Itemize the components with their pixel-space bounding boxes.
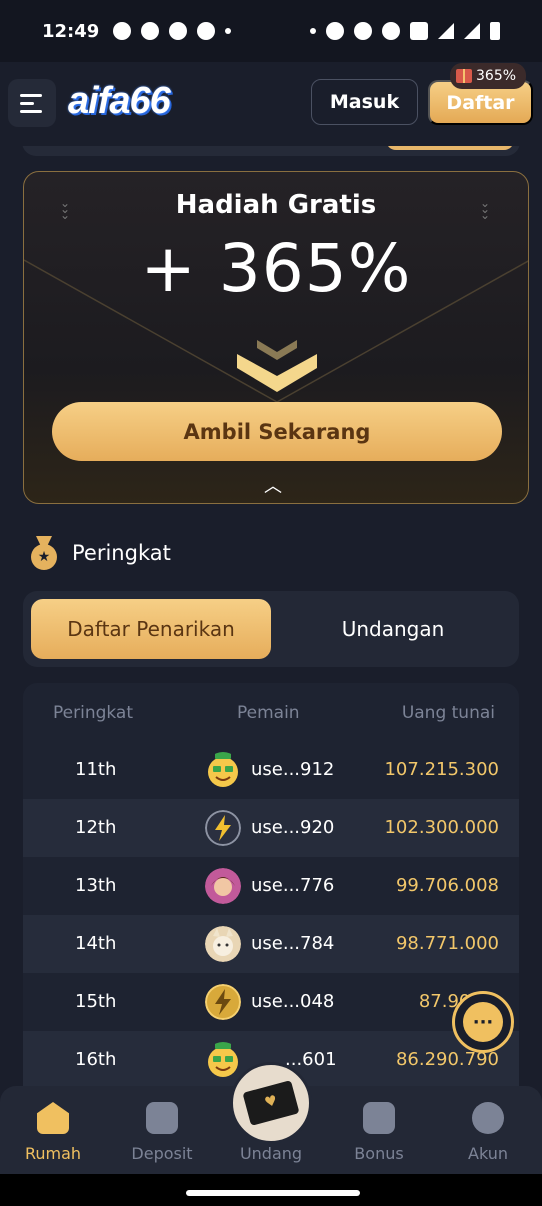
notification-icons xyxy=(113,22,232,40)
nav-item-deposit[interactable]: Deposit xyxy=(117,1102,207,1163)
previous-card-button xyxy=(386,146,514,150)
row-rank: 15th xyxy=(75,991,117,1012)
signal-icon xyxy=(464,23,480,39)
dot-icon xyxy=(310,28,316,34)
row-player: use...048 xyxy=(251,991,335,1012)
money-face-avatar xyxy=(208,752,238,787)
app-header: aifa66 Masuk Daftar 365% xyxy=(0,62,542,146)
logo[interactable]: aifa66 xyxy=(68,80,171,123)
cat-avatar xyxy=(205,926,241,962)
nav-label: Deposit xyxy=(131,1144,193,1163)
row-player: use...912 xyxy=(251,759,335,780)
ranking-tabs: Daftar Penarikan Undangan xyxy=(23,591,519,667)
row-player: use...776 xyxy=(251,875,335,896)
promo-badge-text: 365% xyxy=(476,68,517,84)
table-row: 14th use...784 98.771.000 xyxy=(23,915,519,973)
row-rank: 13th xyxy=(75,875,117,896)
nav-item-bonus[interactable]: Bonus xyxy=(334,1102,424,1163)
column-header-player: Pemain xyxy=(237,703,300,723)
row-player: ...601 xyxy=(285,1049,337,1070)
vowifi-icon xyxy=(410,22,428,40)
claim-now-button[interactable]: Ambil Sekarang xyxy=(52,402,502,461)
menu-line-icon xyxy=(20,109,42,113)
nav-item-home[interactable]: Rumah xyxy=(8,1102,98,1163)
more-dot-icon xyxy=(225,28,232,34)
lightning-avatar xyxy=(205,984,241,1020)
bottom-nav: Rumah Deposit Undang Bonus Akun xyxy=(0,1062,542,1174)
promo-badge: 365% xyxy=(450,63,527,89)
girl-avatar xyxy=(205,868,241,904)
menu-button[interactable] xyxy=(8,79,56,127)
nav-label: Akun xyxy=(468,1144,508,1163)
money-face-avatar xyxy=(208,1042,238,1077)
menu-line-icon xyxy=(20,93,42,97)
reward-title: Hadiah Gratis xyxy=(175,190,377,220)
wallet-icon xyxy=(146,1102,178,1134)
nav-label: Rumah xyxy=(24,1144,82,1163)
column-header-rank: Peringkat xyxy=(53,703,134,723)
row-rank: 16th xyxy=(75,1049,117,1070)
row-cash: 102.300.000 xyxy=(384,817,499,838)
login-button[interactable]: Masuk xyxy=(311,79,418,125)
nav-item-invite[interactable]: Undang xyxy=(226,1144,316,1163)
column-header-cash: Uang tunai xyxy=(401,703,495,723)
facebook-icon xyxy=(169,22,188,40)
person-add-icon xyxy=(141,22,160,40)
user-icon xyxy=(472,1102,504,1134)
gift-icon xyxy=(456,69,472,83)
home-icon xyxy=(37,1102,69,1134)
row-cash: 107.215.300 xyxy=(384,759,499,780)
signal-icon xyxy=(438,23,454,39)
invite-center-button[interactable] xyxy=(230,1062,312,1144)
lightning-avatar xyxy=(205,810,241,846)
table-row: 12th use...920 102.300.000 xyxy=(23,799,519,857)
table-header: Peringkat Pemain Uang tunai xyxy=(23,683,519,741)
ranking-table: Peringkat Pemain Uang tunai 11th use...9… xyxy=(23,683,519,1086)
table-row: 13th use...776 99.706.008 xyxy=(23,857,519,915)
facebook-icon xyxy=(197,22,216,40)
customer-support-button[interactable]: ··· xyxy=(452,991,514,1053)
ranking-title: Peringkat xyxy=(72,541,171,565)
ranking-heading: ★ Peringkat xyxy=(30,536,171,570)
row-rank: 11th xyxy=(75,759,117,780)
medal-icon: ★ xyxy=(30,536,58,570)
chevron-up-icon[interactable]: ︿ xyxy=(264,472,282,498)
menu-line-icon xyxy=(20,101,34,105)
dnd-icon xyxy=(354,22,372,40)
table-row: 15th use...048 87.905.1 xyxy=(23,973,519,1031)
envelope-icon xyxy=(242,1080,300,1126)
gesture-handle[interactable] xyxy=(186,1190,360,1196)
mute-icon xyxy=(326,22,344,40)
nav-label: Undang xyxy=(239,1144,303,1163)
status-bar: 12:49 xyxy=(0,0,542,62)
tab-invitation[interactable]: Undangan xyxy=(273,599,513,659)
gift-icon xyxy=(363,1102,395,1134)
nav-item-account[interactable]: Akun xyxy=(443,1102,533,1163)
chevron-down-icon xyxy=(237,340,317,392)
system-icons xyxy=(310,22,500,40)
headset-chat-icon: ··· xyxy=(463,1002,503,1042)
table-row: 11th use...912 107.215.300 xyxy=(23,741,519,799)
reward-card: ⌄ ⌄ ⌄ ⌄ ⌄ ⌄ Hadiah Gratis + 365% Ambil Sekar… xyxy=(23,171,529,504)
row-cash: 98.771.000 xyxy=(395,933,499,954)
status-time: 12:49 xyxy=(42,20,100,42)
row-rank: 14th xyxy=(75,933,117,954)
row-player: use...784 xyxy=(251,933,335,954)
row-player: use...920 xyxy=(251,817,335,838)
nav-label: Bonus xyxy=(354,1144,404,1163)
row-cash: 99.706.008 xyxy=(395,875,499,896)
chat-icon xyxy=(113,22,132,40)
main-content[interactable]: ⌄ ⌄ ⌄ ⌄ ⌄ ⌄ Hadiah Gratis + 365% Ambil Sekar… xyxy=(0,146,542,1086)
row-rank: 12th xyxy=(75,817,117,838)
battery-icon xyxy=(490,22,500,40)
wifi-icon xyxy=(382,22,400,40)
tab-withdrawal-list[interactable]: Daftar Penarikan xyxy=(31,599,271,659)
reward-amount: + 365% xyxy=(140,230,412,307)
